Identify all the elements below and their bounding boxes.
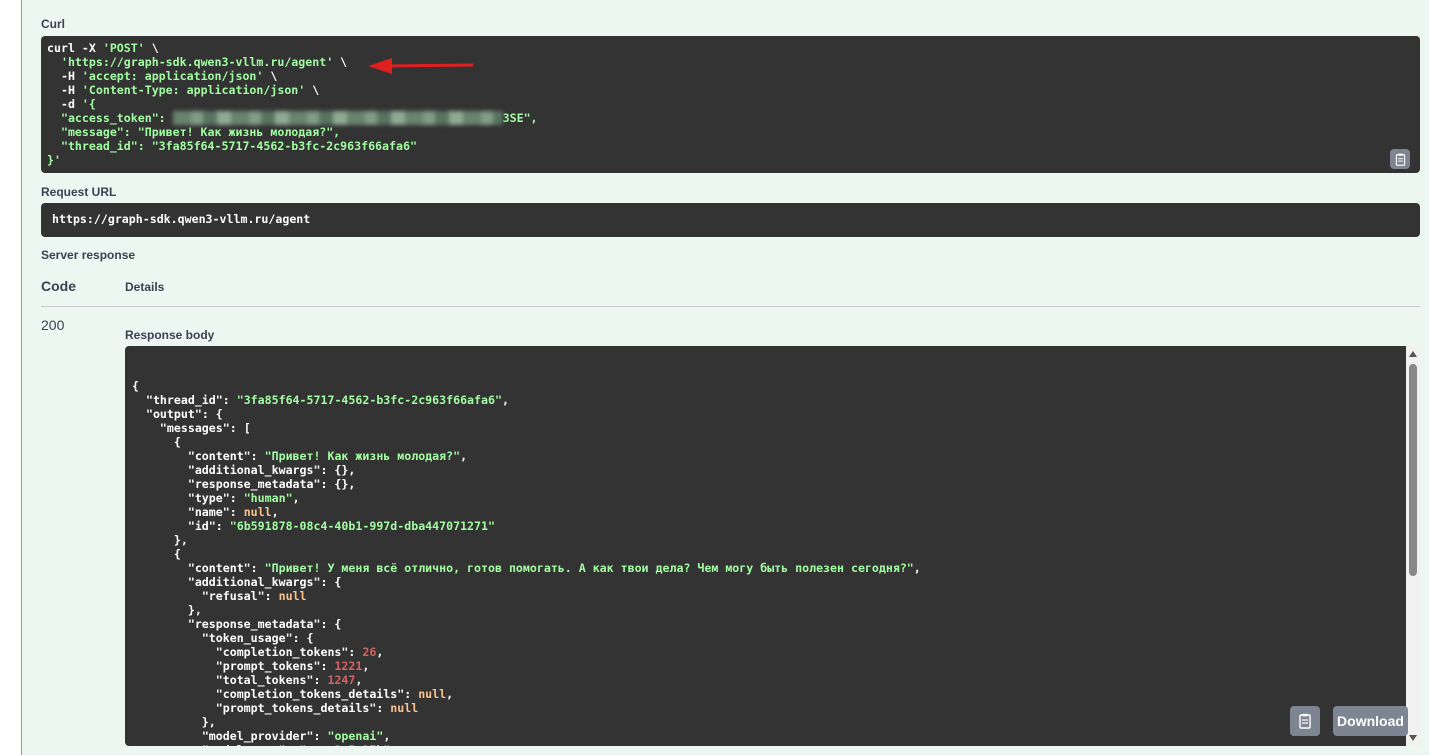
clipboard-icon xyxy=(1395,153,1405,166)
curl-line: -H 'accept: application/json' \ xyxy=(47,69,278,83)
copy-curl-button[interactable] xyxy=(1390,149,1410,169)
access-token-tail: 3SE", xyxy=(502,111,538,125)
response-line: "name": null, xyxy=(187,505,279,519)
response-line: "completion_tokens": 26, xyxy=(215,645,384,659)
response-scrollbar[interactable] xyxy=(1406,346,1420,746)
curl-line: 'https://graph-sdk.qwen3-vllm.ru/agent' … xyxy=(60,55,348,69)
response-line: "token_usage": { xyxy=(201,631,314,645)
curl-command[interactable]: curl -X 'POST' \ 'https://graph-sdk.qwen… xyxy=(41,36,1420,173)
response-line: "content": "Привет! Как жизнь молодая?", xyxy=(187,449,468,463)
details-column-header: Details xyxy=(125,280,165,294)
response-line: "content": "Привет! У меня всё отлично, … xyxy=(187,561,921,575)
response-line: { xyxy=(132,379,139,393)
response-line: }, xyxy=(132,715,216,729)
response-code: 200 xyxy=(41,317,65,333)
response-line: "response_metadata": {}, xyxy=(187,477,356,491)
clipboard-icon xyxy=(1299,713,1311,729)
response-line: "thread_id": "3fa85f64-5717-4562-b3fc-2c… xyxy=(145,393,509,407)
curl-line: curl -X 'POST' \ xyxy=(47,41,159,55)
server-response-label: Server response xyxy=(41,248,136,262)
response-table-header: Code Details xyxy=(41,272,1420,307)
response-line: "completion_tokens_details": null, xyxy=(215,687,454,701)
response-line: "response_metadata": { xyxy=(187,617,342,631)
response-line: "output": { xyxy=(145,407,223,421)
red-arrow-annotation xyxy=(368,58,474,74)
response-line: "model_provider": "openai", xyxy=(201,729,391,743)
request-url-label: Request URL xyxy=(41,185,117,199)
request-url-value[interactable]: https://graph-sdk.qwen3-vllm.ru/agent xyxy=(41,203,1420,237)
curl-message-line: "message": "Привет! Как жизнь молодая?", xyxy=(47,125,341,139)
response-line: "prompt_tokens": 1221, xyxy=(215,659,370,673)
response-line: "model_name": "qwen3.5-27b", xyxy=(132,743,1413,746)
code-column-header: Code xyxy=(41,278,76,294)
curl-label: Curl xyxy=(41,17,65,31)
response-body[interactable]: { "thread_id": "3fa85f64-5717-4562-b3fc-… xyxy=(125,346,1420,746)
response-line: "prompt_tokens_details": null xyxy=(215,701,419,715)
response-line: }, xyxy=(132,533,188,547)
curl-line: -H 'Content-Type: application/json' \ xyxy=(47,83,320,97)
curl-body-token-line: "access_token": 3SE", xyxy=(47,111,1414,125)
scroll-thumb[interactable] xyxy=(1409,364,1417,576)
response-line: "id": "6b591878-08c4-40b1-997d-dba447071… xyxy=(187,519,495,533)
download-button[interactable]: Download xyxy=(1333,706,1408,736)
response-line: "refusal": null xyxy=(201,589,307,603)
curl-close-line: }' xyxy=(47,153,61,167)
response-line: { xyxy=(132,435,181,449)
response-line: "messages": [ xyxy=(159,421,251,435)
response-line: "additional_kwargs": {}, xyxy=(187,463,356,477)
access-token-key: "access_token": xyxy=(47,111,173,125)
response-body-label: Response body xyxy=(125,328,215,342)
curl-line: -d '{ xyxy=(47,97,96,111)
response-line: }, xyxy=(132,603,202,617)
response-line: "total_tokens": 1247, xyxy=(215,673,363,687)
scroll-down-arrow[interactable] xyxy=(1409,735,1417,741)
response-line: "type": "human", xyxy=(187,491,300,505)
scroll-up-arrow[interactable] xyxy=(1409,351,1417,357)
curl-thread-line: "thread_id": "3fa85f64-5717-4562-b3fc-2c… xyxy=(47,139,417,153)
response-line: "additional_kwargs": { xyxy=(187,575,342,589)
redacted-token-blur xyxy=(172,111,503,125)
response-line: { xyxy=(132,547,181,561)
copy-response-button[interactable] xyxy=(1290,706,1320,736)
